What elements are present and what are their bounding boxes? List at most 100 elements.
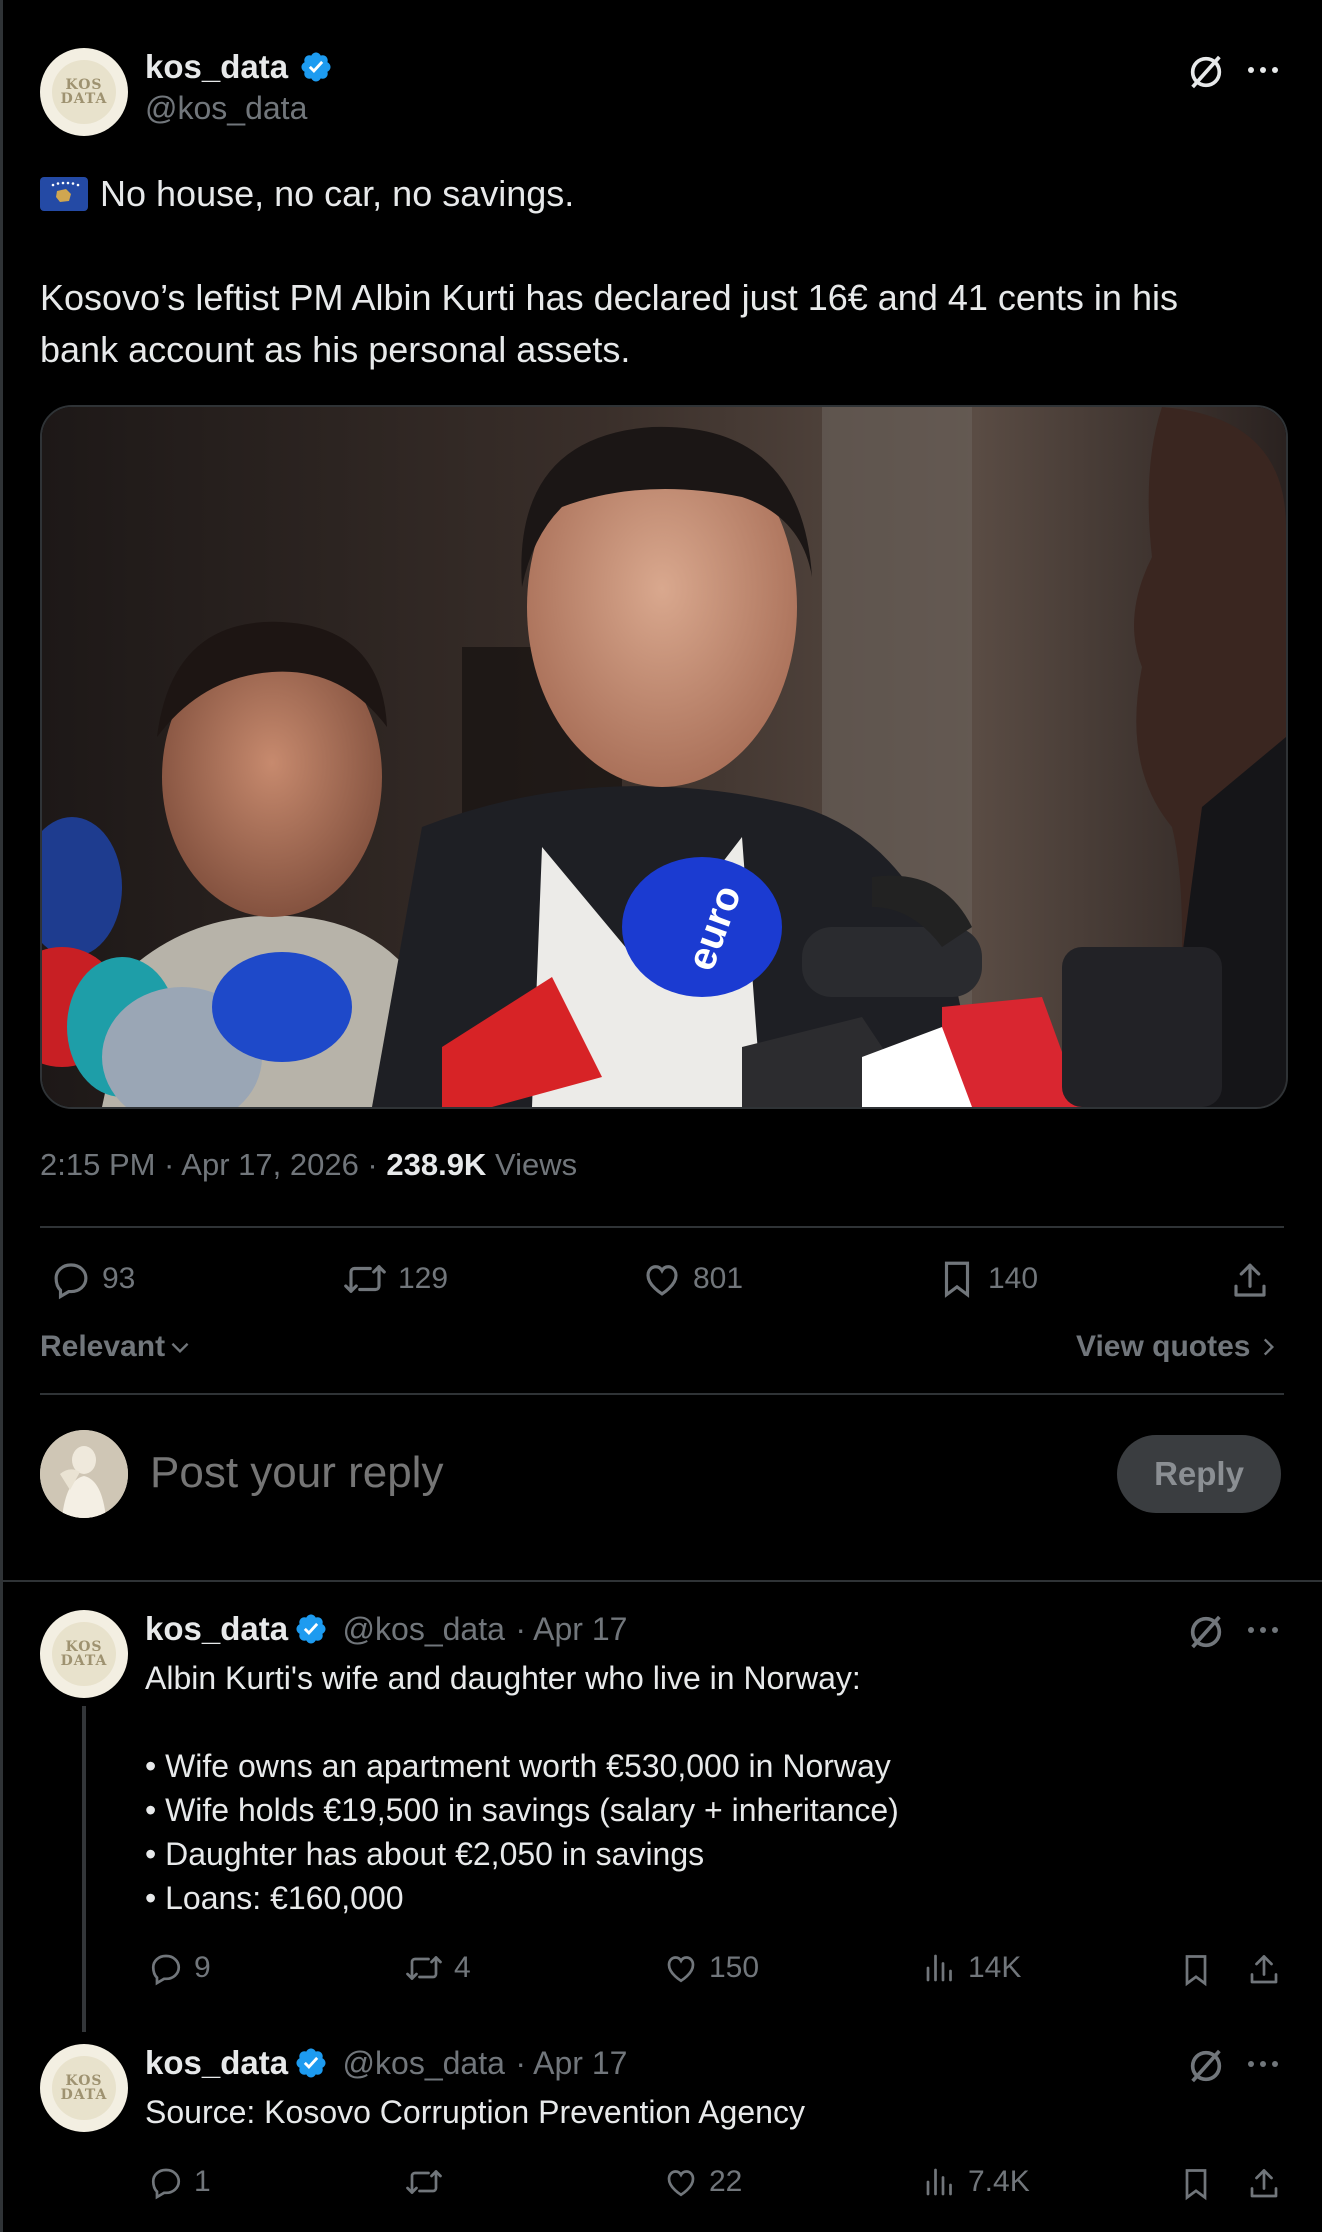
thread-text-2: Source: Kosovo Corruption Prevention Age… <box>145 2090 1265 2134</box>
bookmark-count: 140 <box>988 1262 1039 1295</box>
grok-icon[interactable] <box>1186 2046 1226 2086</box>
kosovo-flag-icon <box>40 177 88 211</box>
bookmark-icon <box>944 1261 970 1298</box>
thread-text-1: Albin Kurti's wife and daughter who live… <box>145 1656 1265 1920</box>
post-text: No house, no car, no savings. Kosovo’s l… <box>40 168 1290 376</box>
author-name[interactable]: kos_data <box>145 48 288 85</box>
kos-data-logo: KOS DATA <box>52 60 116 124</box>
author-avatar[interactable]: KOS DATA <box>40 48 128 136</box>
thread-line: • Wife owns an apartment worth €530,000 … <box>145 1748 891 1784</box>
verified-badge-icon <box>296 2048 326 2078</box>
thread-avatar-2[interactable]: KOS DATA <box>40 2044 128 2132</box>
thread-line: • Daughter has about €2,050 in savings <box>145 1836 705 1872</box>
more-icon[interactable] <box>1246 2054 1280 2074</box>
share-icon[interactable] <box>1229 1260 1271 1302</box>
bookmark-icon[interactable] <box>1178 1952 1214 1988</box>
chevron-right-icon <box>1263 1338 1274 1356</box>
reply-action[interactable]: 9 <box>148 1950 211 1986</box>
views-label: Views <box>494 1147 578 1182</box>
kos-data-logo: KOS DATA <box>52 2056 116 2120</box>
post-time[interactable]: 2:15 PM · Apr 17, 2026 · <box>40 1147 386 1182</box>
like-action[interactable]: 22 <box>663 2164 742 2200</box>
views-count: 14K <box>968 1951 1022 1984</box>
thread-header-2: kos_data @kos_data · Apr 17 <box>145 2044 627 2082</box>
post-line-1: No house, no car, no savings. <box>100 173 575 214</box>
thread-header-1: kos_data @kos_data · Apr 17 <box>145 1610 627 1648</box>
thread-line: • Loans: €160,000 <box>145 1880 404 1916</box>
repost-count: 129 <box>398 1262 449 1295</box>
user-avatar[interactable] <box>40 1430 128 1518</box>
post-photo[interactable]: euro <box>40 405 1288 1109</box>
repost-icon <box>406 2170 442 2194</box>
reply-action[interactable]: 93 <box>50 1258 135 1300</box>
verified-badge-icon <box>301 52 331 82</box>
reply-icon <box>54 1263 88 1300</box>
like-count: 801 <box>693 1262 744 1295</box>
chevron-down-icon <box>171 1342 189 1354</box>
views-count: 7.4K <box>968 2165 1030 2198</box>
reply-count: 9 <box>194 1951 211 1984</box>
repost-icon <box>406 1956 442 1980</box>
thread-author-handle[interactable]: @kos_data <box>343 1611 505 1647</box>
views-icon <box>926 2168 952 2196</box>
thread-date[interactable]: · Apr 17 <box>515 1611 627 1647</box>
bookmark-action[interactable]: 140 <box>936 1258 1038 1300</box>
like-action[interactable]: 150 <box>663 1950 759 1986</box>
sort-dropdown[interactable]: Relevant <box>40 1330 193 1364</box>
repost-action[interactable]: 4 <box>404 1950 471 1986</box>
repost-icon <box>344 1265 386 1293</box>
post-timestamp-row: 2:15 PM · Apr 17, 2026 · 238.9K Views <box>40 1147 577 1183</box>
thread-connector-line <box>82 1706 86 2032</box>
more-icon[interactable] <box>1246 1620 1280 1640</box>
grok-icon[interactable] <box>1186 1612 1226 1652</box>
thread-author-name[interactable]: kos_data <box>145 1610 288 1647</box>
thread-author-handle[interactable]: @kos_data <box>343 2045 505 2081</box>
thread-line: Albin Kurti's wife and daughter who live… <box>145 1660 861 1696</box>
reply-input[interactable] <box>150 1440 1050 1506</box>
thread-line: • Wife holds €19,500 in savings (salary … <box>145 1792 899 1828</box>
share-icon[interactable] <box>1246 1952 1282 1988</box>
photo-press-scene: euro <box>42 407 1286 1107</box>
like-action[interactable]: 801 <box>641 1258 743 1300</box>
reply-icon <box>151 2168 181 2200</box>
reply-icon <box>151 1954 181 1986</box>
thread-author-name[interactable]: kos_data <box>145 2044 288 2081</box>
divider <box>40 1393 1284 1395</box>
share-icon[interactable] <box>1246 2166 1282 2202</box>
verified-badge-icon <box>296 1614 326 1644</box>
divider <box>40 1226 1284 1228</box>
reply-count: 93 <box>102 1262 136 1295</box>
statue-avatar-image <box>40 1430 128 1518</box>
reply-count: 1 <box>194 2165 211 2198</box>
bookmark-icon[interactable] <box>1178 2166 1214 2202</box>
thread-date[interactable]: · Apr 17 <box>515 2045 627 2081</box>
left-border <box>0 0 3 2232</box>
author-handle[interactable]: @kos_data <box>145 90 333 127</box>
repost-action[interactable] <box>404 2164 454 2200</box>
views-icon <box>926 1954 952 1982</box>
views-action[interactable]: 7.4K <box>922 2164 1030 2200</box>
reply-button[interactable]: Reply <box>1117 1435 1281 1513</box>
view-quotes-link[interactable]: View quotes <box>1076 1330 1281 1364</box>
repost-count: 4 <box>454 1951 471 1984</box>
more-icon[interactable] <box>1246 60 1280 80</box>
thread-avatar-1[interactable]: KOS DATA <box>40 1610 128 1698</box>
like-count: 22 <box>709 2165 743 2198</box>
like-count: 150 <box>709 1951 760 1984</box>
like-icon <box>667 2170 695 2197</box>
like-icon <box>667 1956 695 1983</box>
view-quotes-label: View quotes <box>1076 1330 1251 1363</box>
like-icon <box>646 1265 678 1296</box>
views-count: 238.9K <box>386 1147 487 1182</box>
grok-icon[interactable] <box>1186 52 1226 92</box>
post-line-3: bank account as his personal assets. <box>40 329 631 370</box>
kos-data-logo: KOS DATA <box>52 1622 116 1686</box>
author-info: kos_data @kos_data <box>145 48 333 127</box>
divider <box>3 1580 1322 1582</box>
reply-action[interactable]: 1 <box>148 2164 211 2200</box>
views-action[interactable]: 14K <box>922 1950 1021 1986</box>
repost-action[interactable]: 129 <box>342 1258 448 1300</box>
post-line-2: Kosovo’s leftist PM Albin Kurti has decl… <box>40 277 1178 318</box>
sort-label: Relevant <box>40 1330 166 1363</box>
thread-line: Source: Kosovo Corruption Prevention Age… <box>145 2094 805 2130</box>
